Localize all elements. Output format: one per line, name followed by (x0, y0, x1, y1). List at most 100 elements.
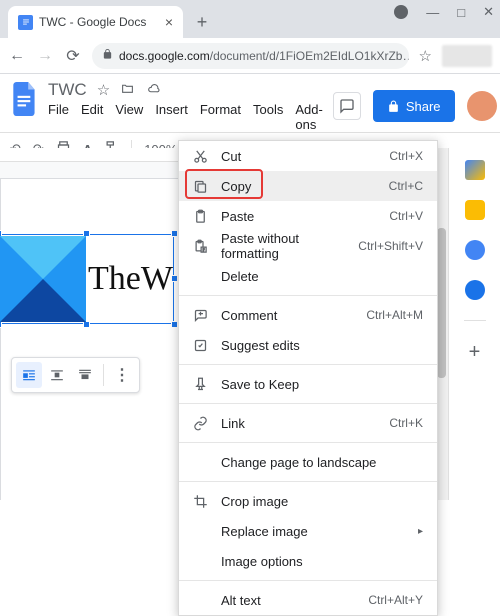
menu-addons[interactable]: Add-ons (295, 102, 322, 132)
maximize-icon[interactable]: □ (457, 5, 465, 20)
comment-icon (191, 308, 209, 323)
menu-edit[interactable]: Edit (81, 102, 103, 132)
comments-button[interactable] (333, 92, 361, 120)
image-text: TheW (88, 260, 173, 298)
docs-favicon (18, 15, 33, 30)
menu-item-paste[interactable]: Paste Ctrl+V (179, 201, 437, 231)
paste-plain-icon (191, 239, 209, 254)
side-panel: + (448, 148, 500, 500)
move-icon[interactable] (120, 82, 135, 99)
cut-icon (191, 149, 209, 164)
menu-item-label: Image options (221, 554, 423, 569)
menu-shortcut: Ctrl+Alt+Y (368, 593, 423, 607)
menu-item-delete[interactable]: Delete (179, 261, 437, 291)
wrap-inline-button[interactable] (16, 362, 42, 388)
menu-shortcut: Ctrl+Alt+M (366, 308, 423, 322)
menu-item-paste-without-formatting[interactable]: Paste without formatting Ctrl+Shift+V (179, 231, 437, 261)
menu-item-label: Suggest edits (221, 338, 423, 353)
menu-shortcut: Ctrl+C (389, 179, 423, 193)
menu-format[interactable]: Format (200, 102, 241, 132)
menu-item-suggest-edits[interactable]: Suggest edits (179, 330, 437, 360)
menu-item-label: Replace image (221, 524, 406, 539)
crop-icon (191, 494, 209, 509)
menu-insert[interactable]: Insert (155, 102, 188, 132)
keep-addon-icon[interactable] (465, 200, 485, 220)
scroll-thumb[interactable] (437, 228, 446, 378)
contacts-addon-icon[interactable] (465, 280, 485, 300)
menu-shortcut: Ctrl+K (389, 416, 423, 430)
menu-item-label: Copy (221, 179, 377, 194)
share-label: Share (406, 99, 441, 114)
image-toolbar: ⋮ (11, 357, 140, 393)
extensions-area (442, 45, 492, 67)
submenu-arrow-icon: ▸ (418, 526, 423, 537)
share-button[interactable]: Share (373, 90, 455, 122)
menu-item-alt-text[interactable]: Alt text Ctrl+Alt+Y (179, 585, 437, 615)
browser-tab[interactable]: TWC - Google Docs × (8, 6, 183, 38)
menu-item-label: Link (221, 416, 377, 431)
back-icon[interactable]: ← (8, 47, 26, 65)
link-icon (191, 416, 209, 431)
menu-item-image-options[interactable]: Image options (179, 546, 437, 576)
menu-item-replace-image[interactable]: Replace image ▸ (179, 516, 437, 546)
document-title[interactable]: TWC (48, 80, 87, 100)
browser-tab-bar: TWC - Google Docs × + — □ ✕ (0, 0, 500, 38)
menu-item-cut[interactable]: Cut Ctrl+X (179, 141, 437, 171)
lock-icon (102, 48, 113, 63)
menu-file[interactable]: File (48, 102, 69, 132)
menu-item-label: Change page to landscape (221, 455, 423, 470)
forward-icon[interactable]: → (36, 47, 54, 65)
menu-item-label: Comment (221, 308, 354, 323)
suggest-icon (191, 338, 209, 353)
image-selection[interactable]: TheW (0, 234, 174, 324)
menu-item-label: Crop image (221, 494, 423, 509)
menu-item-change-page-to-landscape[interactable]: Change page to landscape (179, 447, 437, 477)
avatar[interactable] (467, 91, 497, 121)
menu-bar: File Edit View Insert Format Tools Add-o… (48, 102, 323, 132)
break-text-button[interactable] (72, 362, 98, 388)
keep-icon (191, 377, 209, 392)
account-dot-icon[interactable] (394, 5, 408, 19)
address-bar: ← → ⟳ docs.google.com/document/d/1FiOEm2… (0, 38, 500, 74)
copy-icon (191, 179, 209, 194)
minimize-icon[interactable]: — (426, 5, 439, 20)
menu-shortcut: Ctrl+X (389, 149, 423, 163)
menu-item-label: Delete (221, 269, 423, 284)
docs-header: TWC ☆ File Edit View Insert Format Tools… (0, 74, 500, 132)
url-path: /document/d/1FiOEm2EIdLO1kXrZb… (210, 49, 409, 63)
image-more-button[interactable]: ⋮ (109, 362, 135, 388)
url-field[interactable]: docs.google.com/document/d/1FiOEm2EIdLO1… (92, 43, 409, 69)
menu-item-label: Save to Keep (221, 377, 423, 392)
context-menu: Cut Ctrl+X Copy Ctrl+C Paste Ctrl+V Paste with… (178, 140, 438, 616)
selected-image[interactable]: TheW (0, 235, 173, 323)
add-addon-button[interactable]: + (469, 341, 481, 364)
menu-item-copy[interactable]: Copy Ctrl+C (179, 171, 437, 201)
calendar-addon-icon[interactable] (465, 160, 485, 180)
menu-view[interactable]: View (115, 102, 143, 132)
tasks-addon-icon[interactable] (465, 240, 485, 260)
paste-icon (191, 209, 209, 224)
menu-tools[interactable]: Tools (253, 102, 283, 132)
menu-item-crop-image[interactable]: Crop image (179, 486, 437, 516)
tab-title: TWC - Google Docs (39, 15, 146, 29)
menu-item-save-to-keep[interactable]: Save to Keep (179, 369, 437, 399)
menu-item-comment[interactable]: Comment Ctrl+Alt+M (179, 300, 437, 330)
new-tab-button[interactable]: + (189, 9, 215, 35)
tab-close-icon[interactable]: × (165, 14, 173, 30)
cloud-status-icon[interactable] (145, 82, 162, 99)
wrap-text-button[interactable] (44, 362, 70, 388)
close-window-icon[interactable]: ✕ (483, 4, 494, 20)
url-host: docs.google.com (119, 49, 210, 63)
star-document-icon[interactable]: ☆ (97, 81, 110, 99)
menu-item-label: Alt text (221, 593, 356, 608)
menu-item-label: Cut (221, 149, 377, 164)
bookmark-star-icon[interactable]: ☆ (419, 47, 432, 65)
menu-shortcut: Ctrl+Shift+V (358, 239, 423, 253)
menu-item-link[interactable]: Link Ctrl+K (179, 408, 437, 438)
menu-item-label: Paste (221, 209, 377, 224)
reload-icon[interactable]: ⟳ (64, 46, 82, 66)
menu-item-label: Paste without formatting (221, 231, 346, 261)
window-controls: — □ ✕ (394, 4, 494, 20)
docs-logo-icon[interactable] (12, 80, 38, 118)
menu-shortcut: Ctrl+V (389, 209, 423, 223)
